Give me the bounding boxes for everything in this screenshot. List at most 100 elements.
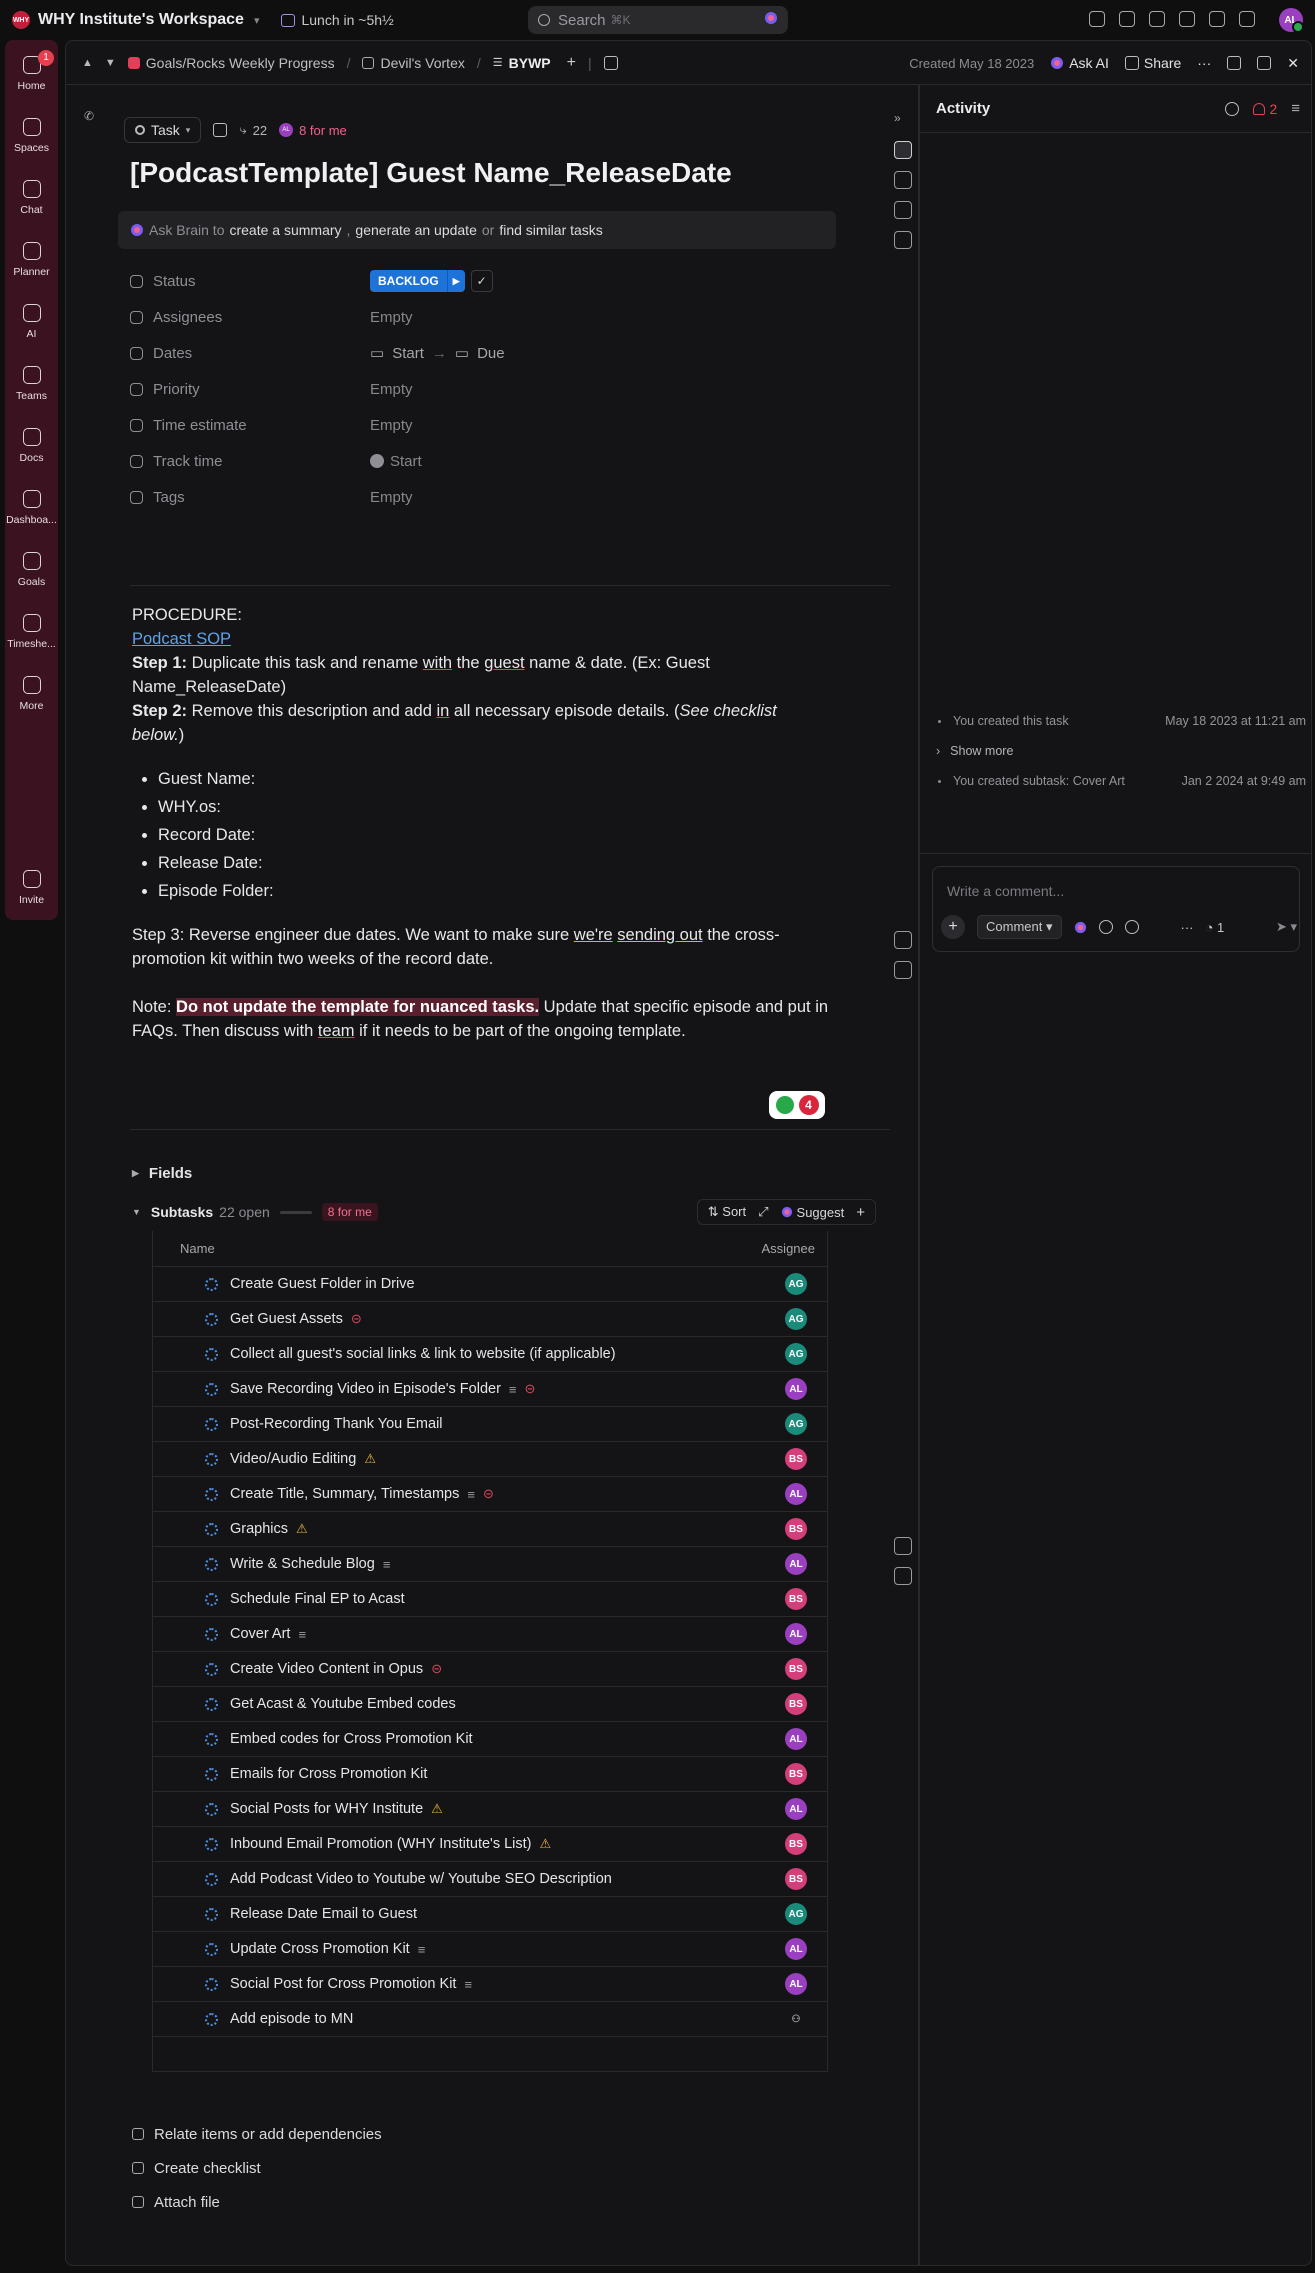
subtask-name[interactable]: Save Recording Video in Episode's Folder	[230, 1381, 501, 1397]
status-circle-icon[interactable]	[205, 1557, 218, 1571]
video-icon[interactable]	[1149, 11, 1165, 27]
find-similar-link[interactable]: find similar tasks	[499, 222, 602, 238]
status-circle-icon[interactable]	[205, 1697, 218, 1711]
assignee-avatar[interactable]: AG	[785, 1343, 807, 1365]
complete-check-icon[interactable]: ✓	[470, 270, 493, 292]
podcast-sop-link[interactable]: Podcast SOP	[132, 630, 231, 648]
status-button[interactable]: BACKLOG ▶	[370, 270, 465, 292]
chevron-right-icon[interactable]: ▶	[446, 270, 465, 292]
table-row[interactable]: Social Post for Cross Promotion Kit ≡ AL	[153, 1967, 827, 2002]
breadcrumb-item[interactable]: BYWP	[509, 55, 551, 71]
add-subtask-icon[interactable]: +	[856, 1204, 865, 1221]
add-app-icon[interactable]	[894, 961, 912, 979]
subtask-name[interactable]: Create Guest Folder in Drive	[230, 1276, 415, 1292]
caret-down-icon[interactable]: ▼	[132, 1207, 141, 1217]
status-circle-icon[interactable]	[205, 1977, 218, 1991]
subtask-name[interactable]: Graphics	[230, 1521, 288, 1537]
user-avatar[interactable]: AL	[1279, 8, 1304, 33]
table-row[interactable]: Social Posts for WHY Institute ⚠ AL	[153, 1792, 827, 1827]
breadcrumb-item[interactable]: Devil's Vortex	[380, 55, 464, 71]
rail-teams[interactable]: Teams	[5, 366, 58, 402]
start-date[interactable]: Start	[392, 345, 424, 362]
doc-icon[interactable]	[1209, 11, 1225, 27]
rail-spaces[interactable]: Spaces	[5, 118, 58, 154]
collapse-icon[interactable]: »	[894, 111, 912, 129]
filter-icon[interactable]: ≡	[1291, 100, 1300, 117]
status-circle-icon[interactable]	[205, 1347, 218, 1361]
attach-file-button[interactable]: Attach file	[132, 2185, 382, 2219]
apps-icon[interactable]	[1239, 11, 1255, 27]
fields-toggle[interactable]: ▶ Fields	[132, 1165, 192, 1182]
notepad-icon[interactable]	[1119, 11, 1135, 27]
suggest-button[interactable]: Suggest	[781, 1205, 844, 1220]
calendar-event[interactable]: Lunch in ~5h½	[281, 12, 394, 28]
status-circle-icon[interactable]	[205, 1837, 218, 1851]
table-row[interactable]: Schedule Final EP to Acast BS	[153, 1582, 827, 1617]
subtask-name[interactable]: Cover Art	[230, 1626, 290, 1642]
emoji-icon[interactable]	[1098, 920, 1113, 934]
subtask-count[interactable]: ⤷ 22	[239, 122, 267, 138]
status-circle-icon[interactable]	[205, 1732, 218, 1746]
move-icon[interactable]	[603, 55, 618, 70]
assignees-value[interactable]: Empty	[370, 309, 413, 326]
assignee-avatar[interactable]: AG	[785, 1273, 807, 1295]
rail-dashboards[interactable]: Dashboa...	[5, 490, 58, 526]
assignee-avatar[interactable]: AG	[785, 1308, 807, 1330]
status-circle-icon[interactable]	[205, 1592, 218, 1606]
subtask-name[interactable]: Embed codes for Cross Promotion Kit	[230, 1731, 473, 1747]
table-row[interactable]: Inbound Email Promotion (WHY Institute's…	[153, 1827, 827, 1862]
close-icon[interactable]: ✕	[1287, 55, 1299, 72]
table-row[interactable]: Create Title, Summary, Timestamps ≡ ⊝ AL	[153, 1477, 827, 1512]
comment-icon[interactable]	[894, 141, 912, 159]
status-circle-icon[interactable]	[205, 1872, 218, 1886]
status-circle-icon[interactable]	[205, 1312, 218, 1326]
status-circle-icon[interactable]	[205, 1487, 218, 1501]
expand-icon[interactable]: ⤢	[758, 1204, 768, 1220]
rail-timesheets[interactable]: Timeshe...	[5, 614, 58, 650]
brain-icon[interactable]	[764, 11, 778, 29]
globe-icon[interactable]	[894, 931, 912, 949]
ask-ai-button[interactable]: Ask AI	[1050, 55, 1109, 71]
due-date[interactable]: Due	[477, 345, 505, 362]
assignee-avatar[interactable]: BS	[785, 1448, 807, 1470]
table-row[interactable]: Video/Audio Editing ⚠ BS	[153, 1442, 827, 1477]
table-row[interactable]: Create Video Content in Opus ⊝ BS	[153, 1652, 827, 1687]
share-button[interactable]: Share	[1124, 55, 1181, 71]
status-circle-icon[interactable]	[205, 1767, 218, 1781]
subtask-name[interactable]: Post-Recording Thank You Email	[230, 1416, 443, 1432]
subtask-name[interactable]: Add Podcast Video to Youtube w/ Youtube …	[230, 1871, 612, 1887]
assignee-avatar[interactable]: BS	[785, 1693, 807, 1715]
add-app-icon[interactable]	[894, 1567, 912, 1585]
create-checklist-button[interactable]: Create checklist	[132, 2151, 382, 2185]
brain-icon[interactable]	[1074, 921, 1087, 934]
assignee-avatar[interactable]: AL	[785, 1623, 807, 1645]
status-circle-icon[interactable]	[205, 1627, 218, 1641]
grammar-badge[interactable]: 4	[769, 1091, 825, 1119]
time-estimate-value[interactable]: Empty	[370, 417, 413, 434]
subtask-name[interactable]: Collect all guest's social links & link …	[230, 1346, 616, 1362]
subtask-name[interactable]: Social Posts for WHY Institute	[230, 1801, 423, 1817]
table-row[interactable]: Get Acast & Youtube Embed codes BS	[153, 1687, 827, 1722]
subtask-name[interactable]: Video/Audio Editing	[230, 1451, 356, 1467]
assignee-avatar[interactable]: AG	[785, 1903, 807, 1925]
table-row[interactable]: Update Cross Promotion Kit ≡ AL	[153, 1932, 827, 1967]
assignee-avatar[interactable]: BS	[785, 1763, 807, 1785]
subtask-name[interactable]: Create Title, Summary, Timestamps	[230, 1486, 459, 1502]
status-circle-icon[interactable]	[205, 2012, 218, 2026]
comment-input[interactable]: Write a comment...	[947, 883, 1064, 899]
status-circle-icon[interactable]	[205, 1522, 218, 1536]
layout-icon[interactable]	[1257, 56, 1272, 70]
rail-docs[interactable]: Docs	[5, 428, 58, 464]
more-icon[interactable]: ···	[1197, 55, 1211, 71]
assignee-avatar[interactable]: AL	[785, 1938, 807, 1960]
relate-items-button[interactable]: Relate items or add dependencies	[132, 2117, 382, 2151]
paperclip-icon[interactable]	[1124, 920, 1139, 934]
table-row[interactable]: Release Date Email to Guest AG	[153, 1897, 827, 1932]
create-summary-link[interactable]: create a summary	[229, 222, 341, 238]
for-me-filter[interactable]: AL 8 for me	[279, 123, 347, 138]
table-row[interactable]: Embed codes for Cross Promotion Kit AL	[153, 1722, 827, 1757]
globe-icon[interactable]	[894, 201, 912, 219]
generate-update-link[interactable]: generate an update	[355, 222, 476, 238]
subtask-name[interactable]: Inbound Email Promotion (WHY Institute's…	[230, 1836, 531, 1852]
status-circle-icon[interactable]	[205, 1802, 218, 1816]
